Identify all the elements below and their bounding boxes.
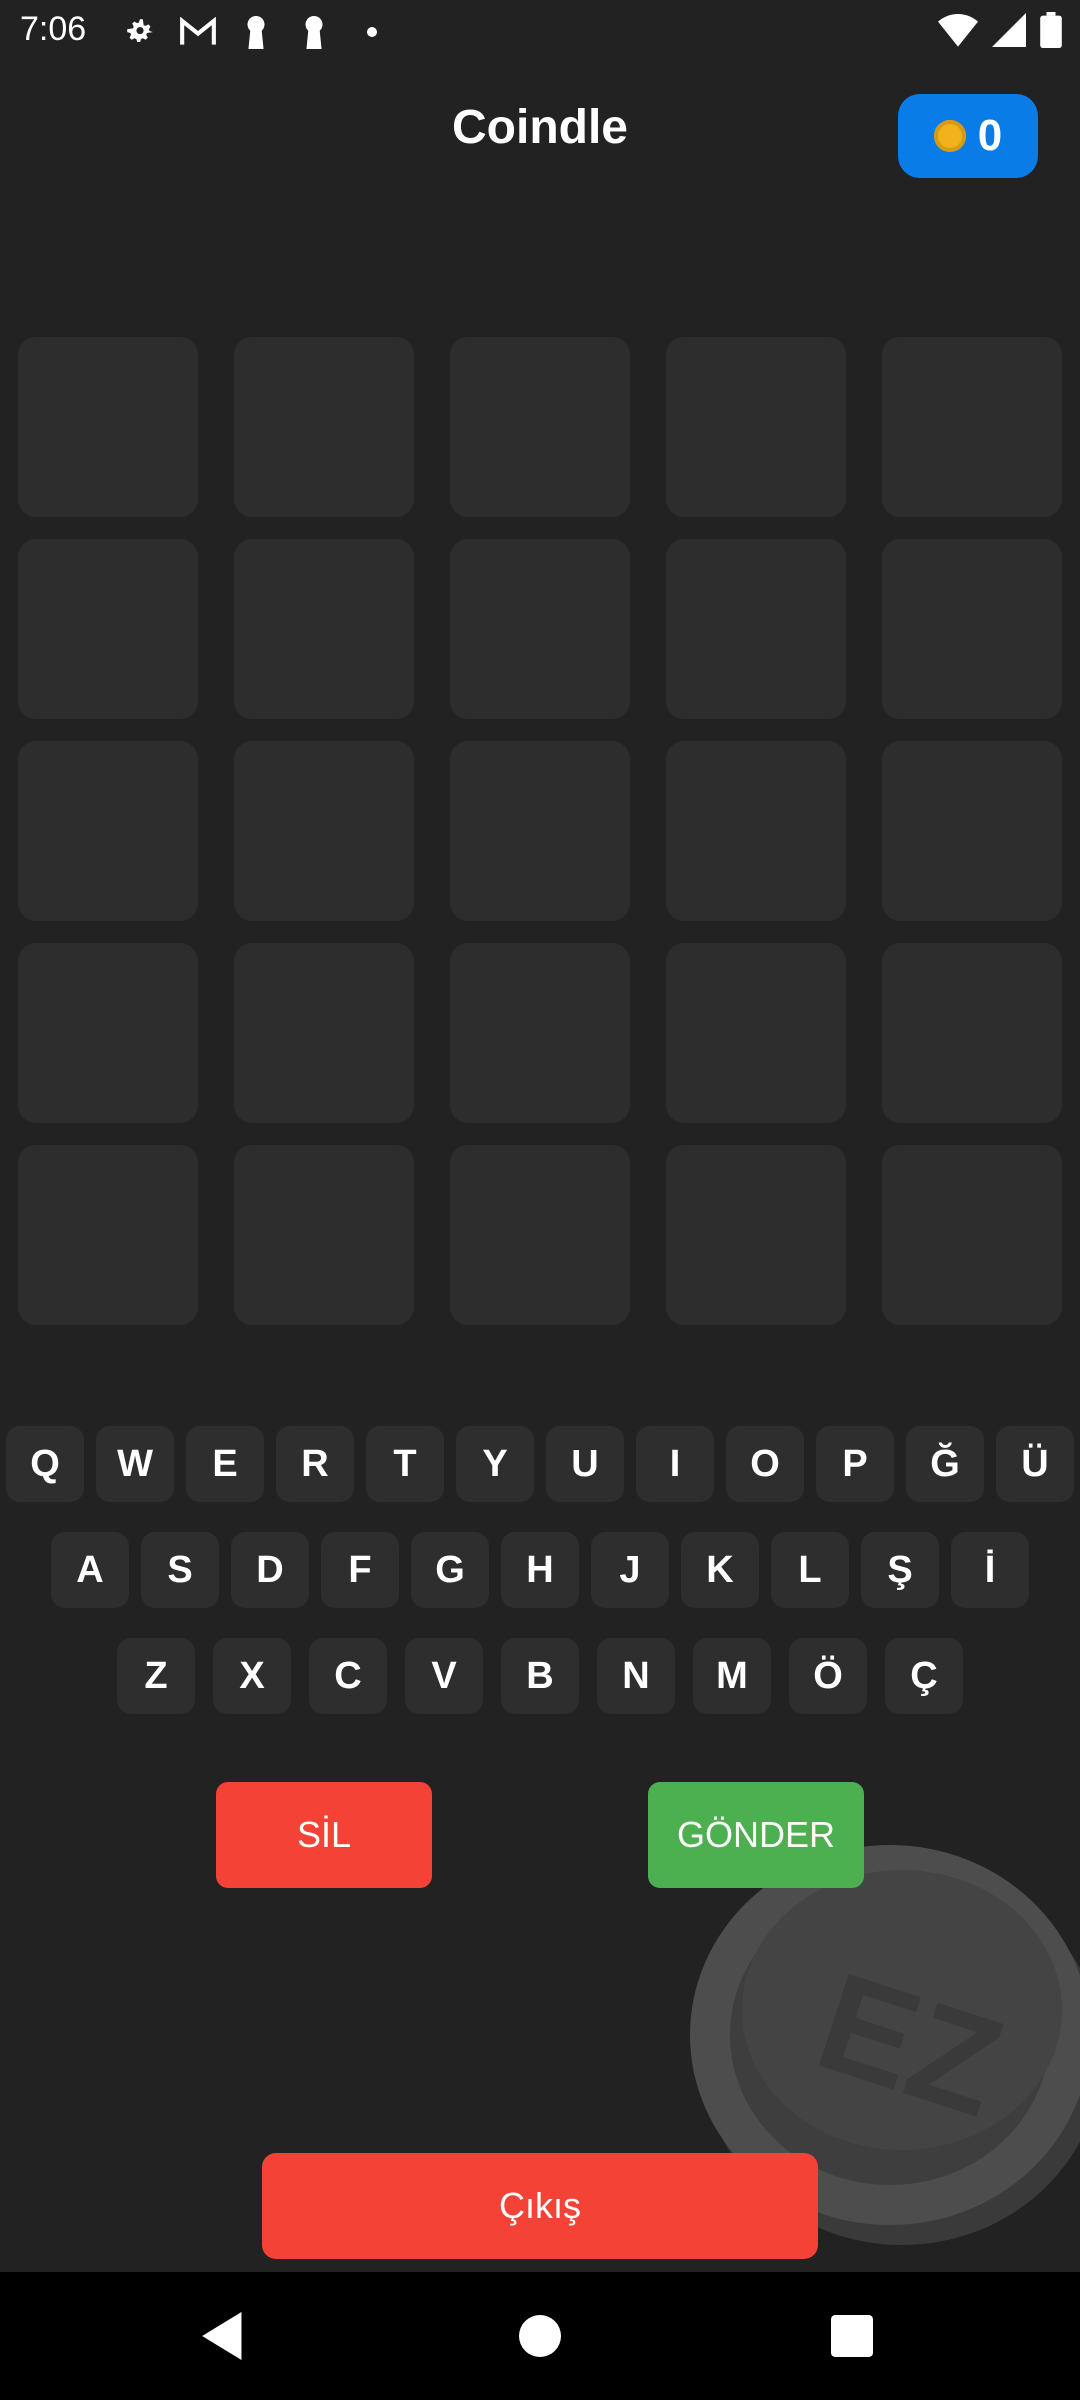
key-m[interactable]: M xyxy=(693,1638,771,1714)
key-i[interactable]: I xyxy=(636,1426,714,1502)
keyboard-row-3: ZXCVBNMÖÇ xyxy=(0,1638,1080,1714)
key-v[interactable]: V xyxy=(405,1638,483,1714)
key-g[interactable]: G xyxy=(411,1532,489,1608)
board-tile xyxy=(450,337,630,517)
keyhole-icon xyxy=(236,12,276,52)
board-tile xyxy=(450,539,630,719)
key-j[interactable]: J xyxy=(591,1532,669,1608)
board-tile xyxy=(234,1145,414,1325)
home-icon[interactable] xyxy=(510,2306,570,2366)
board-tile xyxy=(234,741,414,921)
coin-count: 0 xyxy=(977,111,1003,160)
key-h[interactable]: H xyxy=(501,1532,579,1608)
key-y[interactable]: Y xyxy=(456,1426,534,1502)
submit-button[interactable]: GÖNDER xyxy=(648,1782,864,1888)
signal-icon xyxy=(992,13,1026,52)
battery-icon xyxy=(1040,12,1062,53)
back-icon[interactable] xyxy=(194,2306,254,2366)
status-icons-right xyxy=(938,12,1062,53)
key-l[interactable]: L xyxy=(771,1532,849,1608)
board-tile xyxy=(666,943,846,1123)
key-k[interactable]: K xyxy=(681,1532,759,1608)
key-ğ[interactable]: Ğ xyxy=(906,1426,984,1502)
key-ş[interactable]: Ş xyxy=(861,1532,939,1608)
keyboard-row-2: ASDFGHJKLŞİ xyxy=(0,1532,1080,1608)
keyboard-row-1: QWERTYUIOPĞÜ xyxy=(0,1426,1080,1502)
board-tile xyxy=(18,1145,198,1325)
key-s[interactable]: S xyxy=(141,1532,219,1608)
board-tile xyxy=(882,741,1062,921)
dot-icon xyxy=(352,12,392,52)
key-ü[interactable]: Ü xyxy=(996,1426,1074,1502)
board-tile xyxy=(666,1145,846,1325)
key-ç[interactable]: Ç xyxy=(885,1638,963,1714)
board-tile xyxy=(450,943,630,1123)
board-tile xyxy=(882,1145,1062,1325)
board-tile xyxy=(18,741,198,921)
board-tile xyxy=(666,539,846,719)
board-tile xyxy=(18,539,198,719)
board-tile xyxy=(234,539,414,719)
system-nav-bar xyxy=(0,2272,1080,2400)
board-tile xyxy=(18,337,198,517)
key-n[interactable]: N xyxy=(597,1638,675,1714)
key-t[interactable]: T xyxy=(366,1426,444,1502)
key-b[interactable]: B xyxy=(501,1638,579,1714)
delete-button[interactable]: SİL xyxy=(216,1782,432,1888)
gmail-icon xyxy=(178,12,218,52)
key-u[interactable]: U xyxy=(546,1426,624,1502)
key-ö[interactable]: Ö xyxy=(789,1638,867,1714)
status-icons-left xyxy=(120,12,392,52)
key-q[interactable]: Q xyxy=(6,1426,84,1502)
board-tile xyxy=(18,943,198,1123)
status-bar: 7:06 xyxy=(0,0,1080,62)
key-i̇[interactable]: İ xyxy=(951,1532,1029,1608)
guess-board xyxy=(18,337,1062,1325)
key-d[interactable]: D xyxy=(231,1532,309,1608)
wifi-icon xyxy=(938,13,978,52)
key-c[interactable]: C xyxy=(309,1638,387,1714)
gear-icon xyxy=(120,12,160,52)
board-tile xyxy=(234,943,414,1123)
status-time: 7:06 xyxy=(20,10,87,48)
key-w[interactable]: W xyxy=(96,1426,174,1502)
key-e[interactable]: E xyxy=(186,1426,264,1502)
key-f[interactable]: F xyxy=(321,1532,399,1608)
board-tile xyxy=(450,741,630,921)
coin-icon xyxy=(933,120,966,152)
board-tile xyxy=(666,741,846,921)
board-tile xyxy=(234,337,414,517)
key-p[interactable]: P xyxy=(816,1426,894,1502)
board-tile xyxy=(666,337,846,517)
app-root: 7:06 Coindle 0 Q W E R T Y U I O P Ğ Ü A… xyxy=(0,0,1080,2400)
board-tile xyxy=(882,337,1062,517)
exit-button[interactable]: Çıkış xyxy=(262,2153,818,2259)
board-tile xyxy=(450,1145,630,1325)
coin-balance-badge[interactable]: 0 xyxy=(898,94,1038,178)
key-x[interactable]: X xyxy=(213,1638,291,1714)
key-r[interactable]: R xyxy=(276,1426,354,1502)
keyhole-icon xyxy=(294,12,334,52)
key-z[interactable]: Z xyxy=(117,1638,195,1714)
key-a[interactable]: A xyxy=(51,1532,129,1608)
board-tile xyxy=(882,943,1062,1123)
recents-icon[interactable] xyxy=(822,2306,882,2366)
key-o[interactable]: O xyxy=(726,1426,804,1502)
board-tile xyxy=(882,539,1062,719)
